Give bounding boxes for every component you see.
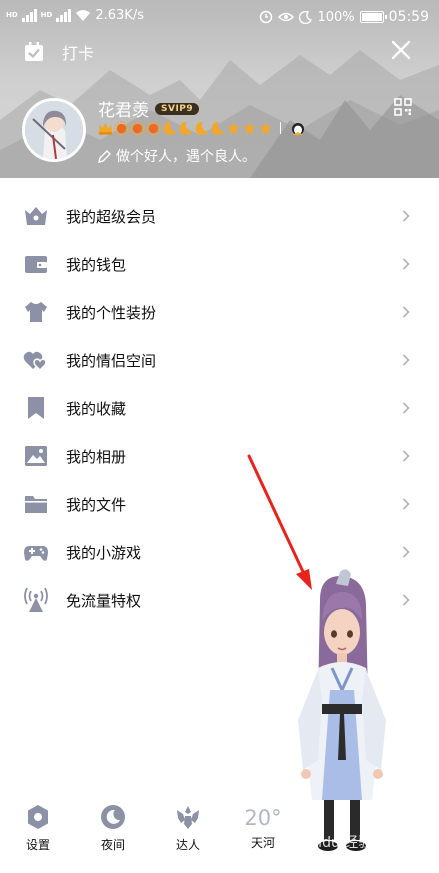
folder-icon <box>25 496 47 513</box>
chevron-right-icon <box>402 594 410 606</box>
username[interactable]: 花君羡 <box>98 96 149 121</box>
chevron-right-icon <box>402 258 410 270</box>
settings-button[interactable]: 设置 <box>14 792 62 853</box>
eye-icon <box>278 12 295 22</box>
menu-item-personalization[interactable]: 我的个性装扮 <box>0 288 439 336</box>
hearts-icon <box>23 351 47 372</box>
menu-item-label: 我的个性装扮 <box>66 303 157 322</box>
checkin-button[interactable]: 打卡 <box>24 40 94 64</box>
clock: 05:59 <box>388 9 429 25</box>
moon-level-icon-3 <box>195 121 209 135</box>
moon-level-icon <box>163 121 177 135</box>
star-level-icon <box>226 121 241 135</box>
bottom-bar: 设置 夜间 达人 20° 天河 <box>0 792 439 873</box>
menu-item-couple-space[interactable]: 我的情侣空间 <box>0 336 439 384</box>
checkin-icon <box>25 42 43 61</box>
svip-badge[interactable]: SVIP9 <box>155 102 200 115</box>
sun-level-icon-3 <box>146 120 161 136</box>
chevron-right-icon <box>402 546 410 558</box>
expert-button[interactable]: 达人 <box>164 792 212 853</box>
battery-percent: 100% <box>317 9 355 25</box>
night-mode-button[interactable]: 夜间 <box>89 792 137 853</box>
menu-item-label: 我的文件 <box>66 495 127 514</box>
pencil-icon <box>98 149 111 163</box>
crown-level-icon <box>98 122 113 135</box>
wifi-icon <box>76 10 91 21</box>
weather-city: 天河 <box>250 836 275 850</box>
menu-item-favorites[interactable]: 我的收藏 <box>0 384 439 432</box>
menu-item-files[interactable]: 我的文件 <box>0 480 439 528</box>
chevron-right-icon <box>402 210 410 222</box>
night-mode-label: 夜间 <box>100 838 125 852</box>
shirt-icon <box>25 302 47 322</box>
wallet-icon <box>25 256 47 273</box>
signal-icon <box>21 9 37 22</box>
menu-item-label: 我的超级会员 <box>66 207 157 226</box>
signature-row[interactable]: 做个好人，遇个良人。 <box>98 146 256 166</box>
status-bar: HD HD 2.63K/s 100% 05:59 <box>0 0 439 36</box>
chevron-right-icon <box>402 354 410 366</box>
menu-item-label: 我的小游戏 <box>66 543 142 562</box>
network-speed: 2.63K/s <box>95 8 144 23</box>
alarm-icon <box>260 10 273 24</box>
star-level-icon-2 <box>242 121 257 135</box>
profile-header: HD HD 2.63K/s 100% 05:59 打卡 花君羡 SVIP9 做个… <box>0 0 439 178</box>
moon-level-icon-4 <box>211 121 225 135</box>
chevron-right-icon <box>402 306 410 318</box>
chevron-right-icon <box>402 450 410 462</box>
watermark: Baidu 经验 <box>300 835 373 851</box>
hd-indicator-2: HD <box>40 11 53 19</box>
menu-item-label: 我的情侣空间 <box>66 351 157 370</box>
gear-icon <box>28 805 48 829</box>
menu-item-wallet[interactable]: 我的钱包 <box>0 240 439 288</box>
night-mode-icon <box>101 805 125 829</box>
close-icon[interactable] <box>389 38 413 62</box>
menu-item-label: 我的收藏 <box>66 399 127 418</box>
qr-code-icon[interactable] <box>394 98 412 116</box>
menu-item-super-member[interactable]: 我的超级会员 <box>0 192 439 240</box>
sun-level-icon <box>114 120 129 136</box>
signal-icon-2 <box>56 9 72 22</box>
chevron-right-icon <box>402 498 410 510</box>
level-icons[interactable] <box>98 120 306 136</box>
bookmark-icon <box>28 397 44 419</box>
expert-icon <box>177 806 199 829</box>
battery-icon <box>359 11 387 23</box>
gamepad-icon <box>24 546 48 561</box>
signature-text: 做个好人，遇个良人。 <box>116 149 256 165</box>
weather-widget[interactable]: 20° 天河 <box>239 792 287 851</box>
menu-item-free-data[interactable]: 免流量特权 <box>0 576 439 624</box>
avatar[interactable] <box>22 98 86 162</box>
signal-tower-icon <box>24 587 48 612</box>
weather-temperature: 20° <box>244 806 282 830</box>
status-right: 100% 05:59 <box>259 9 429 25</box>
avatar-image <box>25 101 83 159</box>
moon-level-icon-2 <box>179 121 193 135</box>
hd-indicator: HD <box>6 11 18 19</box>
settings-label: 设置 <box>25 838 50 852</box>
sun-level-icon-2 <box>130 120 145 136</box>
picture-icon <box>25 446 47 466</box>
username-row: 花君羡 SVIP9 <box>98 96 200 121</box>
penguin-badge-icon <box>292 123 304 135</box>
star-level-icon-3 <box>258 121 273 135</box>
chevron-right-icon <box>402 402 410 414</box>
menu-item-label: 免流量特权 <box>66 591 142 610</box>
crown-icon <box>25 207 47 225</box>
menu-item-mini-games[interactable]: 我的小游戏 <box>0 528 439 576</box>
expert-label: 达人 <box>175 838 200 852</box>
menu-item-label: 我的相册 <box>66 447 127 466</box>
checkin-label: 打卡 <box>62 44 95 63</box>
menu-item-label: 我的钱包 <box>66 255 127 274</box>
divider <box>280 122 281 134</box>
moon-icon <box>299 10 313 24</box>
menu-item-album[interactable]: 我的相册 <box>0 432 439 480</box>
status-left: HD HD 2.63K/s <box>6 8 144 23</box>
